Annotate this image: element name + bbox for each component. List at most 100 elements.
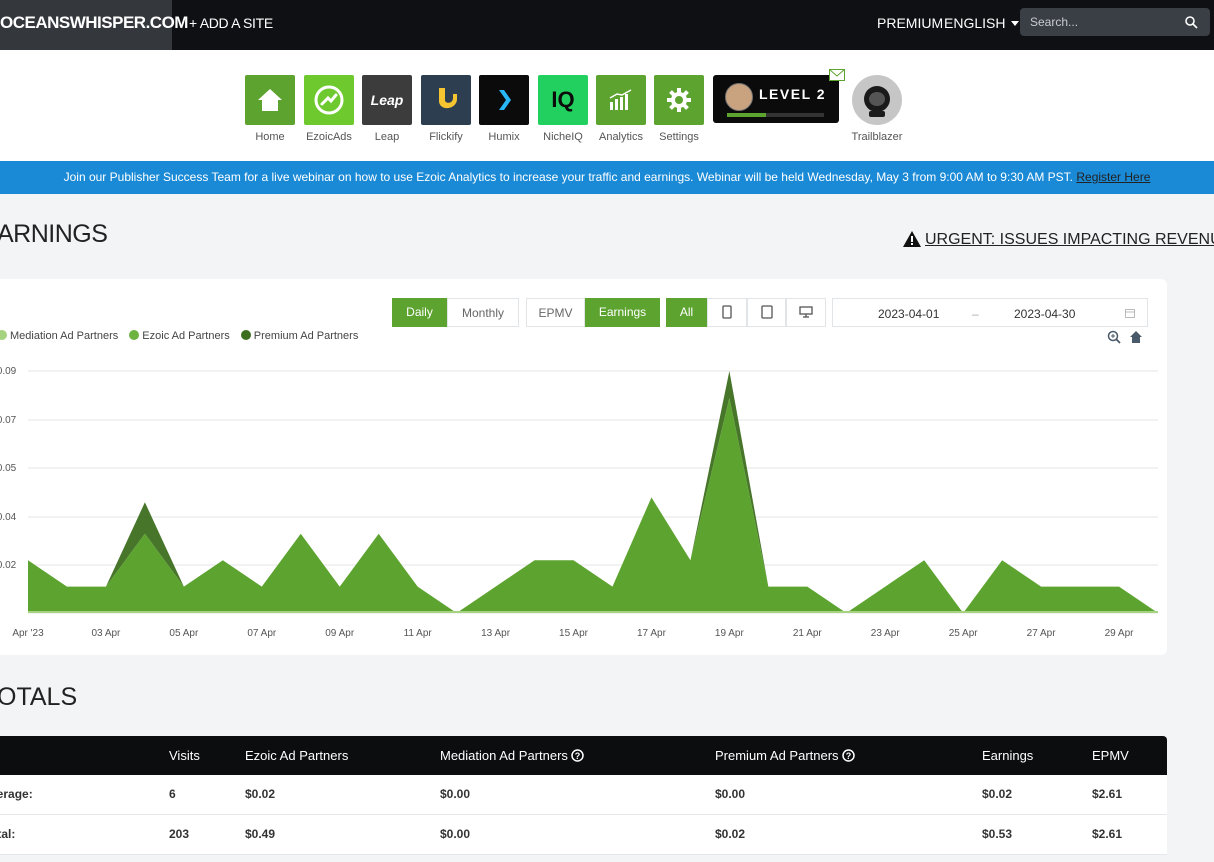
site-brand[interactable]: OCEANSWHISPER.COM: [0, 0, 188, 50]
search-input[interactable]: [1020, 8, 1210, 36]
level-badge[interactable]: LEVEL 2: [713, 75, 839, 123]
app-home[interactable]: Home: [245, 75, 295, 143]
x-tick-label: 21 Apr: [793, 628, 823, 639]
y-tick-label: .0.09: [0, 366, 17, 377]
trailblazer-label: Trailblazer: [851, 131, 903, 143]
row-label: otal:: [0, 827, 16, 841]
cell-visits: 6: [169, 787, 176, 801]
tablet-icon: [760, 305, 773, 319]
leap-logo-text: Leap: [370, 92, 404, 108]
urgent-label: URGENT: ISSUES IMPACTING REVENUE (5): [925, 231, 1214, 248]
header-mediation: Mediation Ad Partners?: [440, 736, 584, 775]
tablet-button[interactable]: [747, 298, 786, 327]
table-header: Visits Ezoic Ad Partners Mediation Ad Pa…: [0, 736, 1167, 775]
level-label: LEVEL 2: [759, 86, 827, 102]
all-devices-button[interactable]: All: [666, 298, 707, 327]
earnings-title: ARNINGS: [0, 220, 108, 248]
x-tick-label: 23 Apr: [871, 628, 901, 639]
cell-earnings: $0.53: [982, 827, 1013, 841]
app-leap[interactable]: Leap Leap: [362, 75, 412, 143]
date-separator: –: [972, 307, 979, 321]
x-tick-label: 17 Apr: [637, 628, 667, 639]
y-tick-label: .0.04: [0, 512, 17, 523]
app-flickify[interactable]: Flickify: [421, 75, 471, 143]
row-label: verage:: [0, 787, 33, 801]
banner-text: Join our Publisher Success Team for a li…: [63, 170, 1074, 184]
header-visits: Visits: [169, 748, 200, 763]
header-epmv: EPMV: [1092, 748, 1129, 763]
header-earnings: Earnings: [982, 748, 1034, 763]
desktop-button[interactable]: [786, 298, 826, 327]
calendar-icon: [1125, 309, 1135, 318]
cell-epmv: $2.61: [1092, 787, 1123, 801]
area-ezoic: [28, 397, 1158, 613]
table-row: otal: 203 $0.49 $0.00 $0.02 $0.53 $2.61: [0, 815, 1167, 855]
header-label: Premium Ad Partners: [715, 748, 839, 763]
language-dropdown[interactable]: ENGLISH: [944, 0, 1020, 46]
zoom-icon[interactable]: [1107, 330, 1121, 344]
humix-icon: [479, 75, 529, 125]
cell-mediation: $0.00: [440, 827, 471, 841]
reset-zoom-home-icon[interactable]: [1129, 330, 1143, 344]
desktop-icon: [799, 306, 813, 318]
app-nicheiq[interactable]: IQ NicheIQ: [538, 75, 588, 143]
x-tick-label: Apr '23: [12, 628, 44, 639]
app-iconbar: Home EzoicAds Leap Leap Flickify Humix I…: [0, 50, 1214, 161]
monthly-button[interactable]: Monthly: [447, 298, 519, 327]
mobile-icon: [722, 305, 732, 319]
legend-item-mediation[interactable]: Mediation Ad Partners: [0, 330, 118, 342]
leap-icon: Leap: [362, 75, 412, 125]
cell-ezoic: $0.49: [245, 827, 276, 841]
search-icon[interactable]: [1184, 15, 1198, 29]
legend-item-ezoic[interactable]: Ezoic Ad Partners: [129, 330, 230, 342]
trailblazer-icon[interactable]: [852, 75, 902, 125]
top-navbar: OCEANSWHISPER.COM + ADD A SITE PREMIUM E…: [0, 0, 1214, 50]
legend-item-premium[interactable]: Premium Ad Partners: [240, 330, 358, 342]
add-site-link[interactable]: + ADD A SITE: [189, 0, 273, 46]
app-analytics[interactable]: Analytics: [596, 75, 646, 143]
analytics-icon: [596, 75, 646, 125]
app-label: Settings: [659, 131, 699, 143]
register-link[interactable]: Register Here: [1076, 170, 1150, 184]
date-start[interactable]: 2023-04-01: [878, 307, 939, 321]
date-end[interactable]: 2023-04-30: [1014, 307, 1075, 321]
nicheiq-logo-text: IQ: [551, 87, 575, 112]
x-tick-label: 25 Apr: [949, 628, 979, 639]
app-humix[interactable]: Humix: [479, 75, 529, 143]
earnings-button[interactable]: Earnings: [585, 298, 660, 327]
cell-earnings: $0.02: [982, 787, 1013, 801]
x-tick-label: 03 Apr: [91, 628, 121, 639]
x-tick-label: 27 Apr: [1027, 628, 1057, 639]
help-icon[interactable]: ?: [571, 749, 584, 762]
cell-mediation: $0.00: [440, 787, 471, 801]
warning-icon: [903, 231, 921, 247]
legend-dot: [0, 330, 7, 340]
epmv-button[interactable]: EPMV: [526, 298, 585, 327]
daily-button[interactable]: Daily: [392, 298, 447, 327]
x-tick-label: 29 Apr: [1105, 628, 1135, 639]
chart-legend: Mediation Ad Partners Ezoic Ad Partners …: [0, 330, 366, 342]
cell-ezoic: $0.02: [245, 787, 276, 801]
mail-icon[interactable]: [829, 69, 845, 81]
header-label: Mediation Ad Partners: [440, 748, 568, 763]
cell-epmv: $2.61: [1092, 827, 1123, 841]
mobile-button[interactable]: [707, 298, 747, 327]
legend-label: Ezoic Ad Partners: [142, 330, 230, 342]
date-range-picker[interactable]: 2023-04-01 – 2023-04-30: [832, 298, 1148, 327]
nicheiq-icon: IQ: [538, 75, 588, 125]
ezoic-ads-icon: [304, 75, 354, 125]
premium-link[interactable]: PREMIUM: [877, 0, 943, 46]
cell-premium: $0.02: [715, 827, 746, 841]
house-icon: [245, 75, 295, 125]
app-settings[interactable]: Settings: [654, 75, 704, 143]
app-ezoicads[interactable]: EzoicAds: [304, 75, 354, 143]
webinar-banner: Join our Publisher Success Team for a li…: [0, 161, 1214, 194]
totals-table: Visits Ezoic Ad Partners Mediation Ad Pa…: [0, 736, 1167, 855]
flickify-icon: [421, 75, 471, 125]
urgent-issues-link[interactable]: URGENT: ISSUES IMPACTING REVENUE (5): [903, 231, 1214, 249]
help-icon[interactable]: ?: [841, 749, 855, 762]
table-row: verage: 6 $0.02 $0.00 $0.00 $0.02 $2.61: [0, 775, 1167, 815]
earnings-chart: .0.09.0.07.0.05.0.04.0.020Apr '2303 Apr0…: [0, 366, 1158, 639]
y-tick-label: .0.07: [0, 415, 17, 426]
header-premium: Premium Ad Partners?: [715, 736, 855, 775]
